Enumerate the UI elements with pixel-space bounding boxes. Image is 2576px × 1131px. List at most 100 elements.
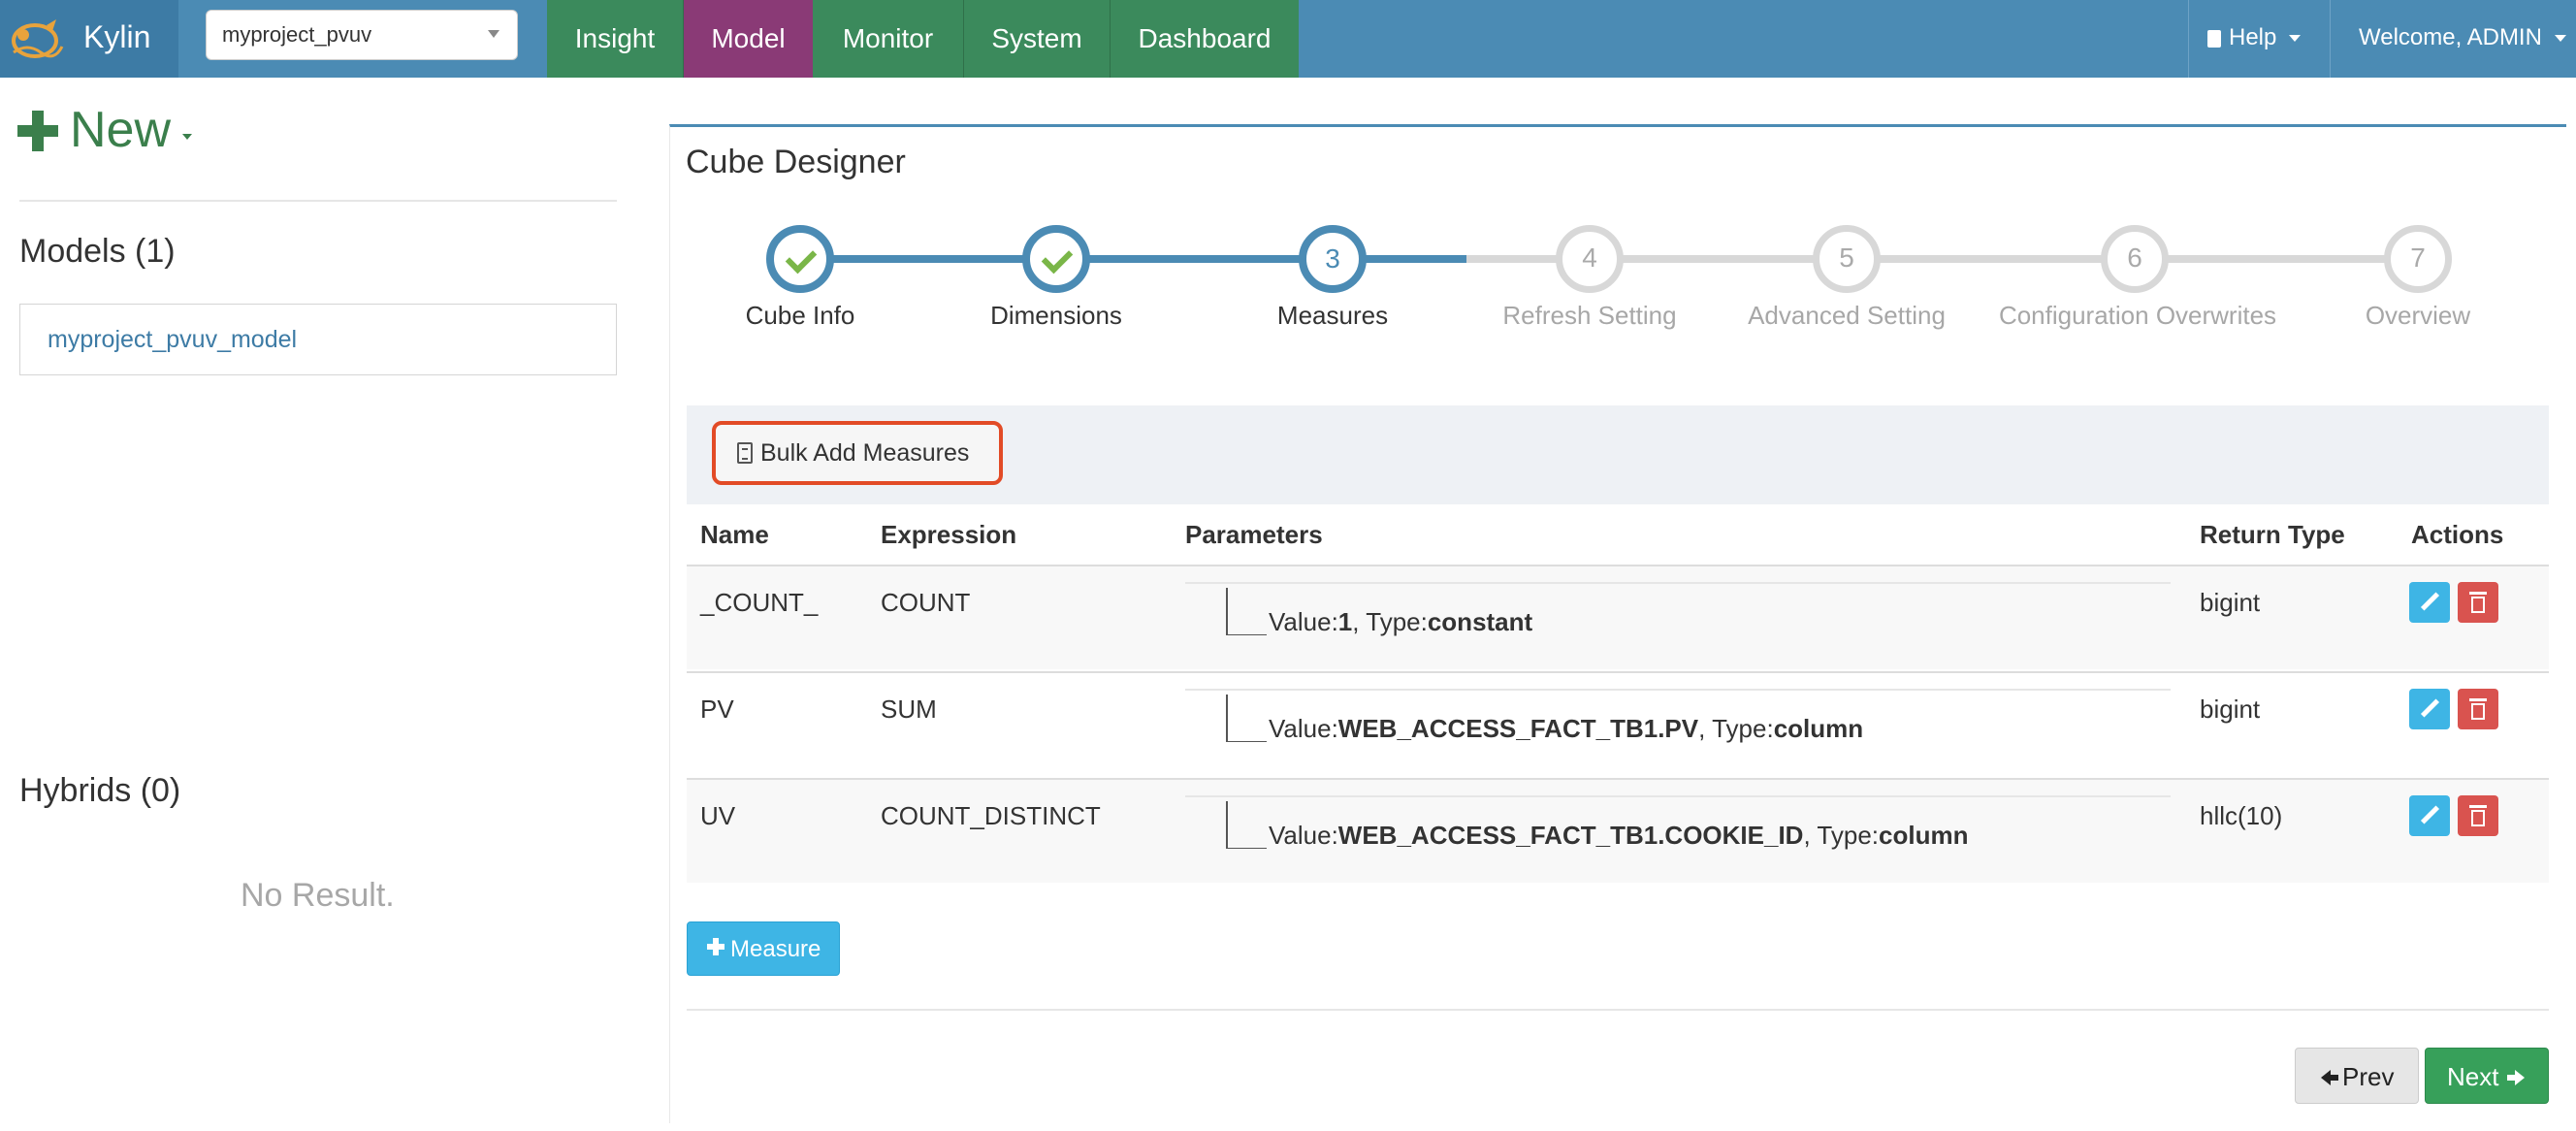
kylin-logo-icon — [12, 19, 64, 58]
table-row: _COUNT_ COUNT Value:1, Type:constant big… — [687, 565, 2549, 669]
plus-icon — [707, 938, 724, 955]
pencil-icon — [2420, 592, 2440, 611]
tree-connector — [1226, 695, 1228, 741]
trash-icon — [2469, 698, 2487, 701]
models-title: Models (1) — [19, 233, 176, 270]
next-label: Next — [2447, 1062, 2499, 1091]
plus-icon[interactable] — [17, 111, 58, 151]
value-prefix: Value: — [1269, 821, 1338, 850]
tree-connector — [1226, 801, 1228, 848]
column-header-expression: Expression — [881, 520, 1017, 549]
table-row: UV COUNT_DISTINCT Value:WEB_ACCESS_FACT_… — [687, 778, 2549, 883]
model-item[interactable]: myproject_pvuv_model — [48, 326, 297, 354]
delete-measure-button[interactable] — [2458, 689, 2498, 729]
welcome-label: Welcome, ADMIN — [2359, 24, 2542, 50]
tab-system[interactable]: System — [964, 0, 1110, 78]
bulk-add-measures-button[interactable]: Bulk Add Measures — [712, 421, 1003, 485]
measure-return-type: hllc(10) — [2200, 801, 2283, 830]
trash-icon — [2469, 805, 2487, 808]
step-label-cube-info[interactable]: Cube Info — [723, 301, 878, 331]
next-button[interactable]: Next — [2425, 1048, 2549, 1104]
parameter-tree: Value:1, Type:constant — [1185, 582, 2171, 640]
divider — [19, 200, 617, 202]
tree-connector — [1226, 588, 1228, 634]
models-list: myproject_pvuv_model — [19, 304, 617, 375]
step-label-configuration-overwrites[interactable]: Configuration Overwrites — [1980, 301, 2296, 331]
nav-divider — [2188, 0, 2189, 78]
column-header-name: Name — [700, 520, 769, 549]
step-label-measures[interactable]: Measures — [1255, 301, 1410, 331]
step-number: 6 — [2127, 242, 2142, 273]
step-1-indicator[interactable] — [766, 225, 834, 293]
building-icon — [737, 442, 753, 464]
arrow-right-icon — [2507, 1070, 2525, 1085]
tab-model[interactable]: Model — [684, 0, 813, 78]
add-measure-button[interactable]: Measure — [687, 921, 840, 976]
brand-name: Kylin — [83, 19, 151, 54]
parameter-value: WEB_ACCESS_FACT_TB1.COOKIE_ID — [1337, 821, 1804, 850]
trash-icon — [2471, 703, 2485, 720]
step-label-advanced-setting[interactable]: Advanced Setting — [1730, 301, 1963, 331]
trash-icon — [2469, 592, 2487, 595]
measure-expression: SUM — [881, 695, 937, 724]
project-select-value: myproject_pvuv — [222, 22, 372, 47]
step-number: 4 — [1582, 242, 1597, 273]
pencil-icon — [2420, 698, 2440, 718]
no-result-text: No Result. — [241, 877, 395, 914]
tab-monitor[interactable]: Monitor — [813, 0, 963, 78]
parameter-tree: Value:WEB_ACCESS_FACT_TB1.COOKIE_ID, Typ… — [1185, 795, 2171, 854]
delete-measure-button[interactable] — [2458, 582, 2498, 623]
step-progress-line — [801, 255, 1466, 263]
chevron-down-icon — [2554, 35, 2566, 43]
edit-measure-button[interactable] — [2409, 689, 2450, 729]
step-label-refresh-setting[interactable]: Refresh Setting — [1483, 301, 1696, 331]
edit-measure-button[interactable] — [2409, 582, 2450, 623]
value-prefix: Value: — [1269, 607, 1338, 636]
parameter-text: Value:WEB_ACCESS_FACT_TB1.PV, Type:colum… — [1269, 714, 1863, 744]
bulk-add-label: Bulk Add Measures — [760, 439, 970, 467]
nav-divider — [2330, 0, 2331, 78]
parameter-text: Value:1, Type:constant — [1269, 607, 1532, 637]
add-measure-label: Measure — [730, 936, 821, 962]
prev-label: Prev — [2342, 1062, 2395, 1091]
brand-area[interactable]: Kylin — [0, 0, 178, 78]
page-title: Cube Designer — [686, 144, 906, 180]
tab-insight[interactable]: Insight — [547, 0, 683, 78]
new-button[interactable]: New — [70, 101, 171, 159]
step-6-indicator[interactable]: 6 — [2101, 225, 2169, 293]
check-icon — [785, 242, 818, 275]
trash-icon — [2471, 597, 2485, 613]
measure-return-type: bigint — [2200, 588, 2261, 617]
delete-measure-button[interactable] — [2458, 795, 2498, 836]
step-number: 7 — [2410, 242, 2426, 273]
measure-return-type: bigint — [2200, 695, 2261, 724]
step-label-dimensions[interactable]: Dimensions — [979, 301, 1134, 331]
step-5-indicator[interactable]: 5 — [1813, 225, 1881, 293]
pencil-icon — [2420, 805, 2440, 824]
book-icon — [2207, 29, 2221, 48]
tab-dashboard[interactable]: Dashboard — [1111, 0, 1299, 78]
column-header-return-type: Return Type — [2200, 520, 2345, 549]
chevron-down-icon — [488, 30, 499, 38]
project-select[interactable]: myproject_pvuv — [206, 10, 518, 60]
type-prefix: , Type: — [1352, 607, 1428, 636]
edit-measure-button[interactable] — [2409, 795, 2450, 836]
divider — [687, 1009, 2549, 1011]
user-menu[interactable]: Welcome, ADMIN — [2359, 0, 2566, 78]
step-number: 3 — [1325, 243, 1340, 274]
step-3-indicator[interactable]: 3 — [1299, 225, 1367, 293]
step-7-indicator[interactable]: 7 — [2384, 225, 2452, 293]
parameter-tree: Value:WEB_ACCESS_FACT_TB1.PV, Type:colum… — [1185, 689, 2171, 747]
parameter-type: column — [1773, 714, 1864, 743]
step-label-overview[interactable]: Overview — [2340, 301, 2496, 331]
measure-name: PV — [700, 695, 734, 724]
step-number: 5 — [1839, 242, 1854, 273]
chevron-down-icon[interactable] — [182, 134, 192, 140]
parameter-type: constant — [1427, 607, 1533, 636]
step-4-indicator[interactable]: 4 — [1556, 225, 1624, 293]
prev-button[interactable]: Prev — [2295, 1048, 2419, 1104]
parameter-text: Value:WEB_ACCESS_FACT_TB1.COOKIE_ID, Typ… — [1269, 821, 1968, 851]
help-menu[interactable]: Help — [2207, 0, 2302, 78]
step-2-indicator[interactable] — [1022, 225, 1090, 293]
hybrids-title: Hybrids (0) — [19, 772, 181, 809]
